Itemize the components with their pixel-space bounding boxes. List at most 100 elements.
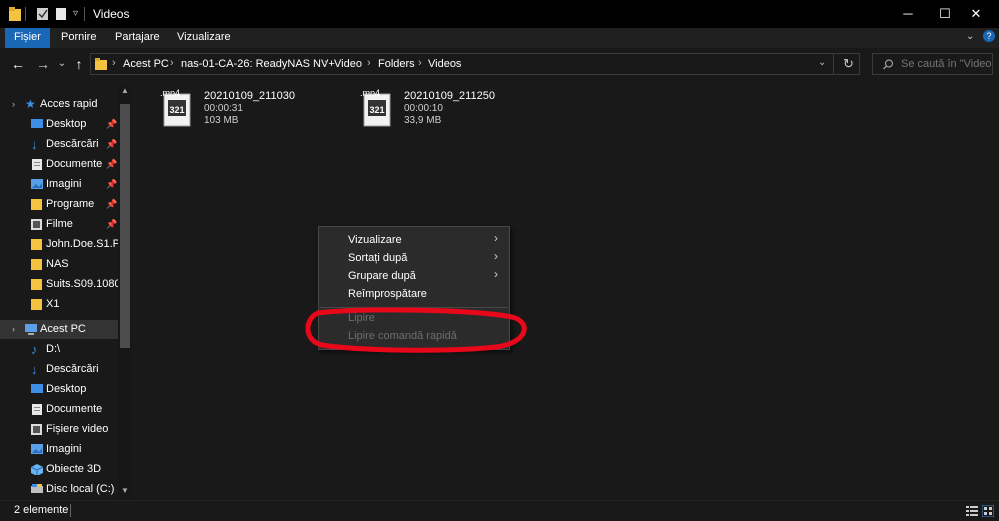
- file-extension: .mp4: [160, 88, 180, 98]
- pin-icon[interactable]: 📌: [106, 155, 117, 174]
- tab-share[interactable]: Partajare: [106, 28, 169, 48]
- breadcrumb-chevron-icon[interactable]: ›: [367, 57, 371, 69]
- pin-icon[interactable]: 📌: [106, 215, 117, 234]
- file-extension: .mp4: [360, 88, 380, 98]
- close-button[interactable]: ✕: [953, 0, 999, 28]
- separator: [25, 7, 26, 21]
- customize-quick-access-icon[interactable]: ▿: [73, 7, 78, 21]
- desktop-icon: [31, 384, 43, 393]
- drive-icon: [31, 484, 43, 493]
- star-icon: ★: [25, 97, 36, 111]
- tab-view[interactable]: Vizualizare: [168, 28, 240, 48]
- file-size: 33,9 MB: [404, 115, 442, 126]
- sidebar-item-desktop[interactable]: Desktop 📌: [0, 115, 118, 134]
- breadcrumb-video[interactable]: Video: [334, 58, 362, 70]
- file-badge: 321: [369, 105, 384, 115]
- file-badge: 321: [169, 105, 184, 115]
- sidebar-item-drive-d[interactable]: ♪ D:\: [0, 340, 118, 359]
- ribbon-tabs: Fișier Pornire Partajare Vizualizare ⌄ ?: [0, 28, 999, 48]
- tab-file[interactable]: Fișier: [5, 28, 50, 48]
- separator: [70, 504, 71, 517]
- back-arrow-icon[interactable]: ←: [8, 54, 28, 74]
- menu-item-group-by[interactable]: Grupare după: [348, 267, 498, 285]
- sidebar-item-videos-pc[interactable]: Fișiere video: [0, 420, 118, 439]
- scrollbar-thumb[interactable]: [120, 104, 130, 348]
- new-folder-icon[interactable]: [56, 7, 68, 21]
- window-title: Videos: [93, 7, 130, 21]
- sidebar-item-filme[interactable]: Filme 📌: [0, 215, 118, 234]
- sidebar-item-pictures[interactable]: Imagini 📌: [0, 175, 118, 194]
- submenu-arrow-icon: ›: [494, 249, 498, 263]
- breadcrumb-chevron-icon[interactable]: ›: [324, 57, 328, 69]
- details-view-icon[interactable]: [966, 505, 978, 517]
- breadcrumb-chevron-icon[interactable]: ›: [418, 57, 422, 69]
- sidebar-item-local-disk-c[interactable]: Disc local (C:): [0, 480, 118, 499]
- menu-item-sort-by[interactable]: Sortați după: [348, 249, 498, 267]
- sidebar-item-john-doe[interactable]: John.Doe.S1.PDT: [0, 235, 118, 254]
- tab-home[interactable]: Pornire: [52, 28, 105, 48]
- breadcrumb-chevron-icon[interactable]: ›: [112, 57, 116, 69]
- sidebar-item-pictures-pc[interactable]: Imagini: [0, 440, 118, 459]
- menu-item-view[interactable]: Vizualizare: [348, 231, 498, 249]
- refresh-icon[interactable]: ↻: [843, 56, 854, 72]
- scroll-down-icon[interactable]: ▼: [121, 486, 129, 495]
- sidebar-item-programe[interactable]: Programe 📌: [0, 195, 118, 214]
- search-icon: [883, 59, 894, 70]
- breadcrumb-this-pc[interactable]: Acest PC: [123, 58, 169, 70]
- download-icon: ↓: [31, 362, 38, 377]
- sidebar-item-documents-pc[interactable]: Documente: [0, 400, 118, 419]
- file-duration: 00:00:31: [204, 103, 243, 114]
- sidebar-item-downloads[interactable]: ↓ Descărcări 📌: [0, 135, 118, 154]
- folder-icon: [31, 259, 42, 270]
- download-icon: ↓: [31, 137, 38, 152]
- folder-icon: [95, 58, 107, 70]
- title-bar: ▿ Videos ─ ☐ ✕: [0, 0, 999, 28]
- sidebar-item-nas[interactable]: NAS: [0, 255, 118, 274]
- pictures-icon: [31, 444, 43, 454]
- sidebar-item-quick-access[interactable]: › ★ Acces rapid: [0, 95, 118, 114]
- search-box[interactable]: [872, 53, 993, 75]
- sidebar-item-3d-objects[interactable]: Obiecte 3D: [0, 460, 118, 479]
- document-icon: [32, 159, 42, 170]
- address-dropdown-icon[interactable]: ⌄: [818, 57, 826, 68]
- breadcrumb-folders[interactable]: Folders: [378, 58, 415, 70]
- help-icon[interactable]: ?: [983, 30, 995, 42]
- cube-icon: [31, 464, 43, 475]
- file-item[interactable]: 321 .mp4 20210109_211250 00:00:10 33,9 M…: [360, 88, 560, 132]
- scroll-up-icon[interactable]: ▲: [121, 86, 129, 95]
- sidebar-item-x1[interactable]: X1: [0, 295, 118, 314]
- file-item[interactable]: 321 .mp4 20210109_211030 00:00:31 103 MB: [160, 88, 360, 132]
- sidebar-item-suits[interactable]: Suits.S09.1080p.E: [0, 275, 118, 294]
- forward-arrow-icon[interactable]: →: [33, 54, 53, 74]
- folder-icon: [31, 279, 42, 290]
- music-icon: ♪: [31, 342, 38, 357]
- breadcrumb-chevron-icon[interactable]: ›: [170, 57, 174, 69]
- folder-icon: [9, 7, 21, 21]
- pin-icon[interactable]: 📌: [106, 135, 117, 154]
- folder-icon: [31, 199, 42, 210]
- expand-ribbon-icon[interactable]: ⌄: [966, 31, 974, 42]
- sidebar-item-downloads-pc[interactable]: ↓ Descărcări: [0, 360, 118, 379]
- breadcrumb-videos[interactable]: Videos: [428, 58, 461, 70]
- separator: [833, 54, 834, 74]
- sidebar-item-desktop-pc[interactable]: Desktop: [0, 380, 118, 399]
- large-icons-view-icon[interactable]: [982, 505, 994, 517]
- up-arrow-icon[interactable]: ↑: [69, 54, 89, 74]
- breadcrumb-nas[interactable]: nas-01-CA-26: ReadyNAS NV+: [181, 58, 335, 70]
- pin-icon[interactable]: 📌: [106, 115, 117, 134]
- folder-icon: [31, 299, 42, 310]
- expand-chevron-icon[interactable]: ›: [12, 320, 15, 339]
- pin-icon[interactable]: 📌: [106, 175, 117, 194]
- folder-icon: [31, 239, 42, 250]
- pin-icon[interactable]: 📌: [106, 195, 117, 214]
- computer-icon: [25, 324, 37, 335]
- sidebar-item-this-pc[interactable]: › Acest PC: [0, 320, 118, 339]
- search-input[interactable]: [901, 57, 991, 71]
- menu-item-refresh[interactable]: Reîmprospătare: [348, 285, 498, 303]
- expand-chevron-icon[interactable]: ›: [12, 95, 15, 114]
- sidebar-item-documents[interactable]: Documente 📌: [0, 155, 118, 174]
- properties-icon[interactable]: [37, 7, 49, 21]
- address-bar[interactable]: › Acest PC › nas-01-CA-26: ReadyNAS NV+ …: [90, 53, 860, 75]
- video-icon: [31, 424, 42, 435]
- pictures-icon: [31, 179, 43, 189]
